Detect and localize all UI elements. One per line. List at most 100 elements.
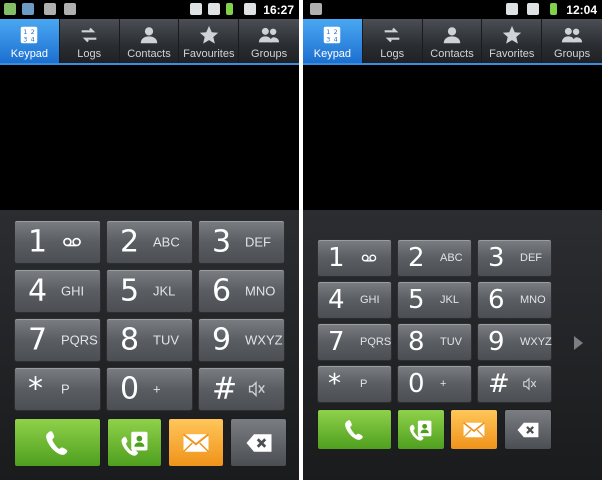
- network-3g-icon: [190, 3, 202, 15]
- signal-icon: [208, 3, 220, 15]
- key-hash[interactable]: #: [477, 365, 552, 403]
- key-digit: 4: [328, 285, 345, 315]
- key-icon-wrap: [61, 231, 83, 253]
- mute-icon: [248, 380, 265, 398]
- call-button[interactable]: [14, 418, 101, 467]
- groups-icon: [258, 27, 280, 43]
- key-digit: 7: [328, 327, 345, 357]
- key-3[interactable]: 3 DEF: [477, 239, 552, 277]
- key-digit: 7: [28, 322, 48, 358]
- key-letters: JKL: [440, 294, 459, 306]
- expand-arrow-icon[interactable]: [574, 336, 583, 350]
- key-2[interactable]: 2 ABC: [397, 239, 472, 277]
- key-7[interactable]: 7 PQRS: [317, 323, 392, 361]
- briefcase-icon: [44, 3, 56, 15]
- status-clock: 16:27: [263, 3, 294, 17]
- phone-icon: [45, 430, 67, 455]
- key-letters: PQRS: [61, 332, 98, 348]
- key-letters: MNO: [245, 283, 276, 299]
- tab-logs[interactable]: Logs: [363, 19, 423, 63]
- tab-groups[interactable]: Groups: [239, 19, 299, 63]
- keypad: 1 2 ABC 3 DEF 4 GHI 5 JKL 6 MNO 7 PQRS 8 TUV 9 WXYZ * P 0 + #: [0, 210, 299, 480]
- key-hash[interactable]: #: [198, 367, 285, 411]
- keypad-icon: 1 23 4: [21, 26, 38, 43]
- key-digit: 5: [120, 273, 140, 309]
- number-display: [303, 65, 602, 210]
- keypad: 1 2 ABC 3 DEF 4 GHI 5 JKL 6 MNO 7 PQRS 8 TUV 9 WXYZ * P 0 + #: [303, 210, 602, 480]
- key-4[interactable]: 4 GHI: [14, 269, 101, 313]
- usb-icon: [4, 3, 16, 15]
- tab-label: Groups: [251, 48, 288, 60]
- tab-label: Keypad: [10, 48, 49, 60]
- contacts-call-button[interactable]: [107, 418, 162, 467]
- status-bar: 12:04: [303, 0, 602, 19]
- tab-keypad[interactable]: 1 2 3 4 Keypad: [303, 19, 363, 63]
- keypad-icon: 1 23 4: [324, 26, 341, 43]
- key-1[interactable]: 1: [317, 239, 392, 277]
- tab-icon-wrap: 1234: [321, 24, 343, 46]
- backspace-icon: [517, 422, 539, 437]
- key-0[interactable]: 0 +: [106, 367, 193, 411]
- key-7[interactable]: 7 PQRS: [14, 318, 101, 362]
- tab-icon-wrap: [138, 24, 160, 46]
- key-4[interactable]: 4 GHI: [317, 281, 392, 319]
- key-letters: +: [153, 381, 161, 397]
- key-9[interactable]: 9 WXYZ: [198, 318, 285, 362]
- key-letters: TUV: [153, 332, 179, 348]
- key-8[interactable]: 8 TUV: [106, 318, 193, 362]
- message-button[interactable]: [168, 418, 224, 467]
- key-5[interactable]: 5 JKL: [397, 281, 472, 319]
- message-button[interactable]: [450, 409, 498, 450]
- backspace-button[interactable]: [230, 418, 287, 467]
- key-icon-wrap: [245, 378, 267, 400]
- key-2[interactable]: 2 ABC: [106, 220, 193, 264]
- backspace-button[interactable]: [504, 409, 552, 450]
- tab-favourites[interactable]: Favourites: [179, 19, 240, 63]
- key-3[interactable]: 3 DEF: [198, 220, 285, 264]
- star-icon: [502, 25, 521, 44]
- key-0[interactable]: 0 +: [397, 365, 472, 403]
- key-1[interactable]: 1: [14, 220, 101, 264]
- key-6[interactable]: 6 MNO: [477, 281, 552, 319]
- key-icon-wrap: [360, 249, 378, 267]
- key-digit: 3: [212, 224, 232, 260]
- key-letters: DEF: [520, 252, 542, 264]
- tab-icon-wrap: [441, 24, 463, 46]
- key-digit: #: [488, 369, 510, 399]
- tab-bar: 1 2 3 4 Keypad Logs Contacts Favourites Groups: [0, 19, 299, 65]
- key-letters: WXYZ: [520, 336, 552, 348]
- key-digit: 0: [120, 371, 140, 407]
- battery-icon: [226, 3, 233, 15]
- backspace-icon: [246, 433, 271, 452]
- tab-label: Logs: [380, 48, 405, 60]
- tab-contacts[interactable]: Contacts: [120, 19, 180, 63]
- tab-groups[interactable]: Groups: [542, 19, 602, 63]
- key-digit: 1: [328, 243, 345, 273]
- logs-icon: [81, 27, 97, 43]
- status-bar: 16:27: [0, 0, 299, 19]
- call-button[interactable]: [317, 409, 392, 450]
- key-digit: 9: [212, 322, 232, 358]
- number-display: [0, 65, 299, 210]
- key-digit: 2: [120, 224, 140, 260]
- airplane-icon: [527, 3, 539, 15]
- tab-icon-wrap: [381, 24, 403, 46]
- battery-icon: [550, 3, 557, 15]
- key-star[interactable]: * P: [14, 367, 101, 411]
- tab-label: Groups: [554, 48, 591, 60]
- key-6[interactable]: 6 MNO: [198, 269, 285, 313]
- svg-text:4: 4: [31, 35, 35, 43]
- contacts-call-button[interactable]: [397, 409, 445, 450]
- key-star[interactable]: * P: [317, 365, 392, 403]
- tab-label: Logs: [77, 48, 102, 60]
- key-5[interactable]: 5 JKL: [106, 269, 193, 313]
- key-9[interactable]: 9 WXYZ: [477, 323, 552, 361]
- tab-contacts[interactable]: Contacts: [423, 19, 483, 63]
- key-8[interactable]: 8 TUV: [397, 323, 472, 361]
- key-letters: MNO: [520, 294, 546, 306]
- tab-keypad[interactable]: 1 2 3 4 Keypad: [0, 19, 60, 63]
- tab-logs[interactable]: Logs: [60, 19, 120, 63]
- tab-favorites[interactable]: Favorites: [482, 19, 543, 63]
- key-letters: JKL: [153, 283, 176, 299]
- key-digit: 8: [408, 327, 425, 357]
